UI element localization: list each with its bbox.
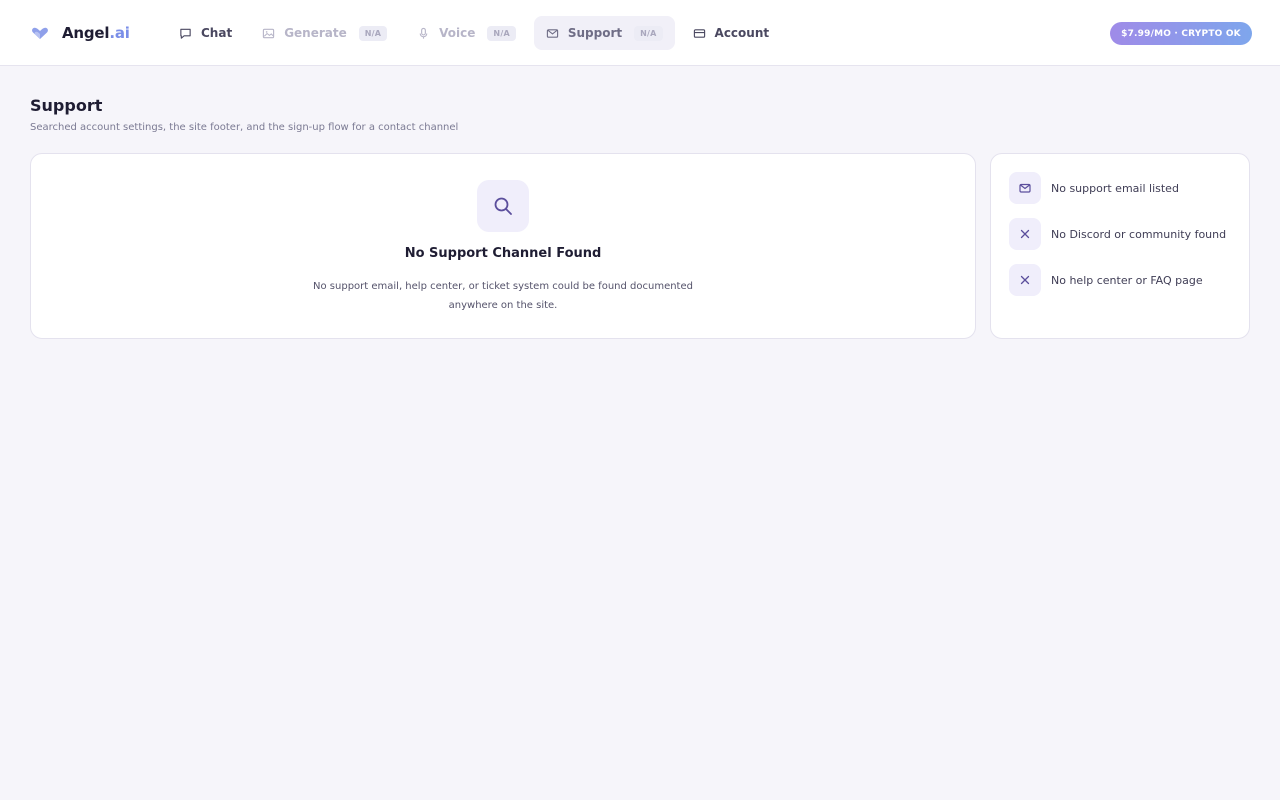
x-icon <box>1020 229 1030 239</box>
nav-item-generate[interactable]: Generate N/A <box>250 16 399 50</box>
checklist-text: No help center or FAQ page <box>1051 273 1203 287</box>
empty-state-title: No Support Channel Found <box>404 246 602 261</box>
top-navigation-bar: Angel .ai Chat Generate N/A Voice N/A Su… <box>0 0 1280 66</box>
nav-label: Account <box>714 26 770 40</box>
checklist-item: No support email listed <box>1009 172 1179 204</box>
support-checklist-card: No support email listed No Discord or co… <box>990 153 1250 339</box>
main-nav: Chat Generate N/A Voice N/A Support N/A … <box>167 16 787 50</box>
nav-item-chat[interactable]: Chat <box>167 16 244 50</box>
nav-item-voice[interactable]: Voice N/A <box>405 16 528 50</box>
nav-label: Generate <box>284 26 347 40</box>
brand[interactable]: Angel .ai <box>30 22 130 44</box>
x-icon-box <box>1009 218 1041 250</box>
heart-wings-icon <box>32 27 48 39</box>
checklist-text: No support email listed <box>1051 181 1179 195</box>
nav-label: Support <box>567 26 623 40</box>
chat-bubble-icon <box>180 28 191 39</box>
checklist-text: No Discord or community found <box>1051 227 1227 241</box>
checklist-item: No help center or FAQ page <box>1009 264 1203 296</box>
x-icon-box <box>1009 264 1041 296</box>
brand-suffix: .ai <box>109 24 130 42</box>
page-title: Support <box>30 96 103 115</box>
credit-card-icon <box>693 28 705 38</box>
na-badge: N/A <box>634 25 663 41</box>
na-badge: N/A <box>487 25 516 41</box>
empty-state-card: No Support Channel Found No support emai… <box>30 153 976 339</box>
search-icon <box>494 197 512 215</box>
search-icon-box <box>477 180 529 232</box>
brand-name: Angel <box>62 24 110 42</box>
nav-item-support[interactable]: Support N/A <box>533 16 675 50</box>
image-icon <box>263 28 275 38</box>
microphone-icon <box>419 27 428 39</box>
checklist-item: No Discord or community found <box>1009 218 1226 250</box>
mail-icon <box>1019 183 1031 193</box>
page-subtitle: Searched account settings, the site foot… <box>30 122 459 133</box>
pricing-badge[interactable]: $7.99/MO · CRYPTO OK <box>1110 22 1252 45</box>
nav-label: Chat <box>201 26 233 40</box>
x-icon <box>1020 275 1030 285</box>
empty-state-description: No support email, help center, or ticket… <box>313 281 693 311</box>
mail-icon <box>546 28 559 38</box>
na-badge: N/A <box>358 25 388 41</box>
mail-icon-box <box>1009 172 1041 204</box>
nav-item-account[interactable]: Account <box>681 16 782 50</box>
nav-label: Voice <box>439 26 476 40</box>
